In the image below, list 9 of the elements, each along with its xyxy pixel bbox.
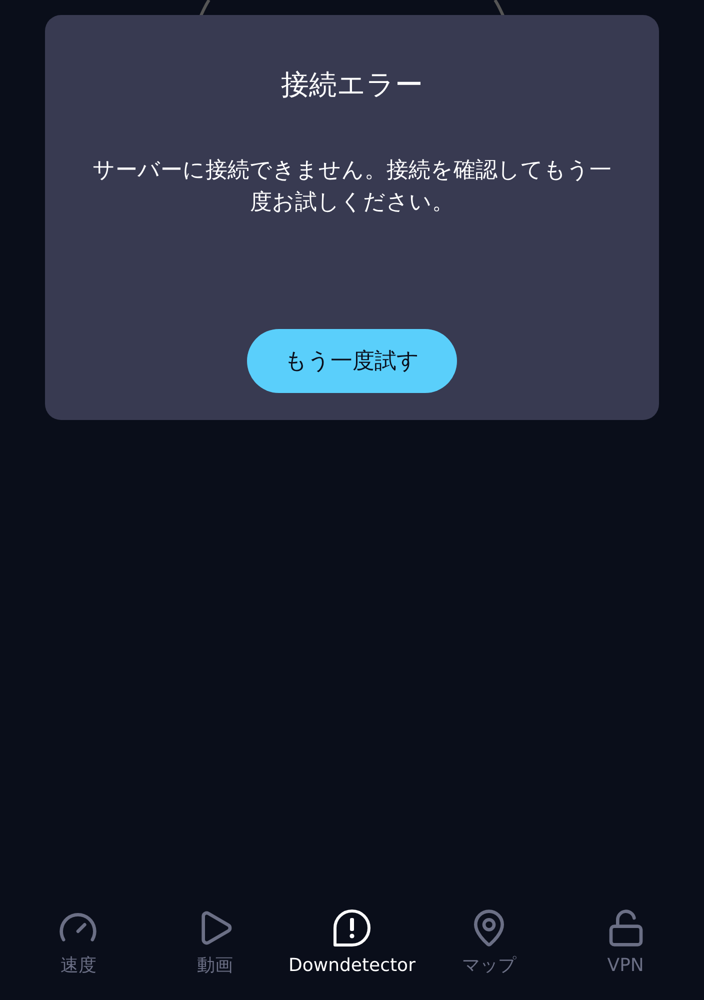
nav-tab[interactable]: 速度 bbox=[13, 908, 144, 978]
nav-tab[interactable]: 動画 bbox=[150, 908, 280, 978]
dialog-message: サーバーに接続できません。接続を確認してもう一度お試しください。 bbox=[92, 157, 612, 217]
alert-icon bbox=[332, 908, 372, 948]
nav-tab[interactable]: VPN bbox=[560, 908, 691, 978]
retry-button[interactable]: もう一度試す bbox=[247, 329, 457, 393]
nav-tab[interactable]: Downdetector bbox=[286, 908, 417, 978]
nav-tab[interactable]: マップ bbox=[424, 908, 554, 978]
dialog-title: 接続エラー bbox=[281, 67, 423, 103]
